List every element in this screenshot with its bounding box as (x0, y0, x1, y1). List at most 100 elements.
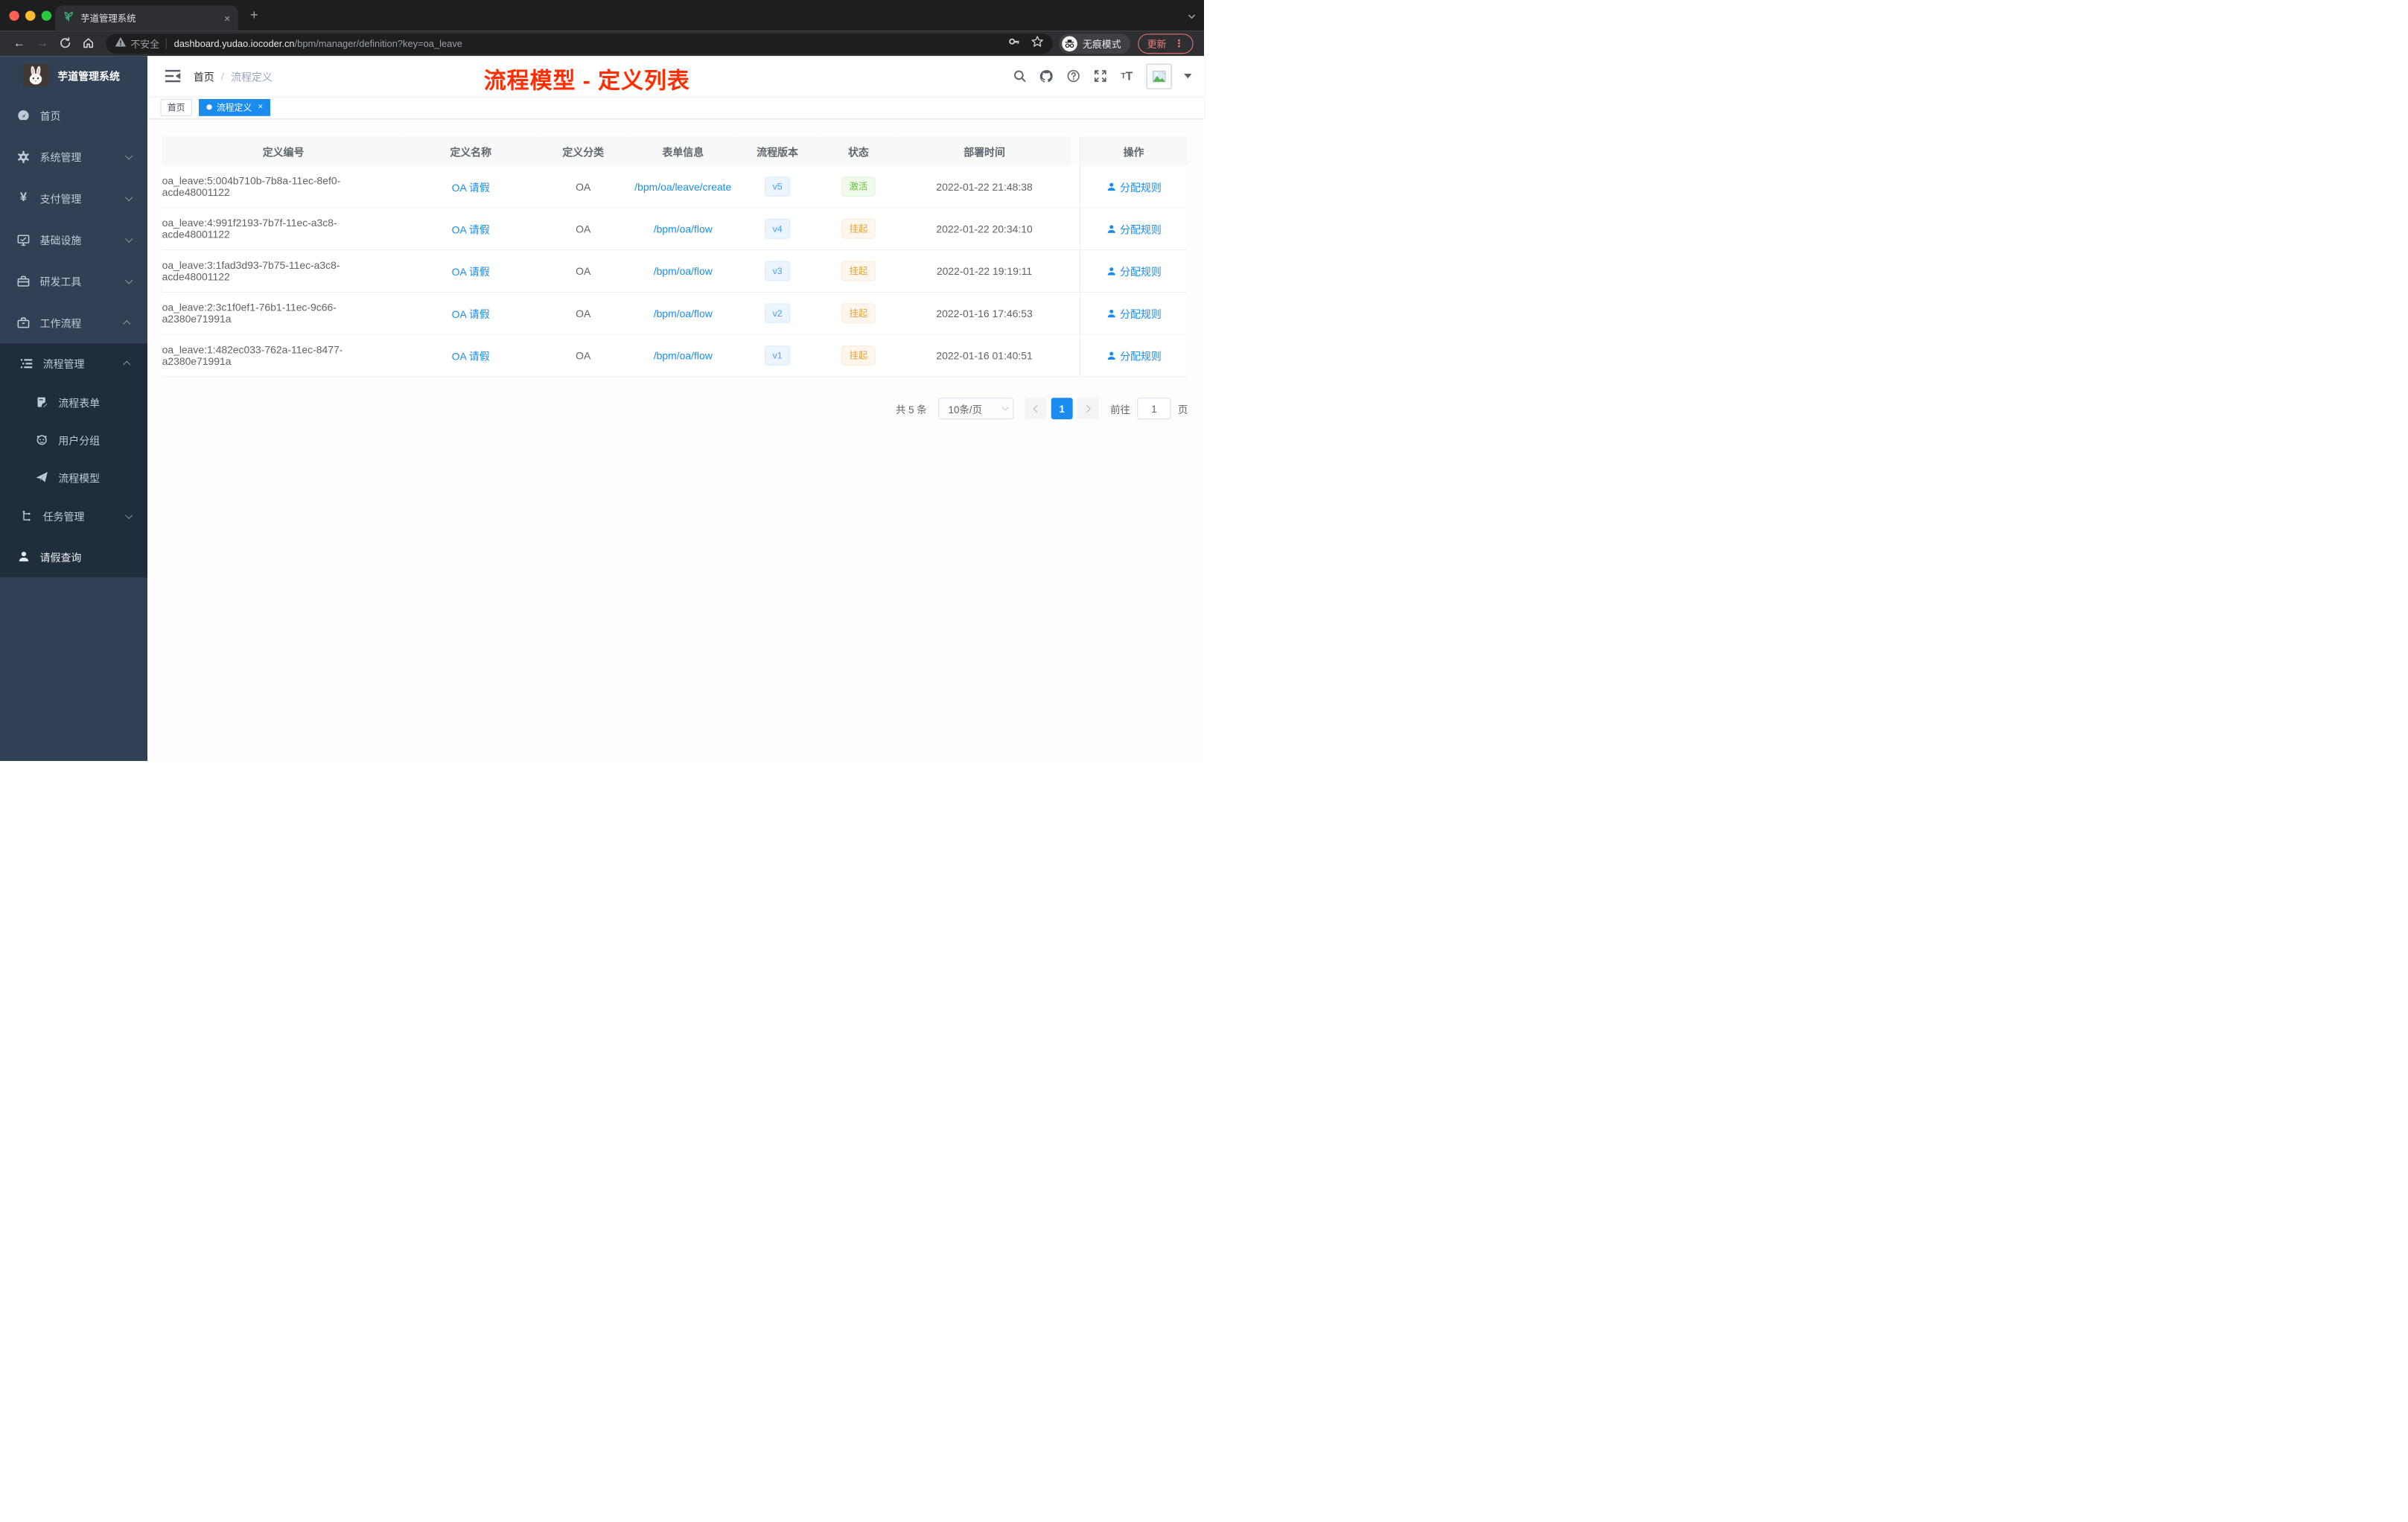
font-size-icon[interactable]: TT (1120, 69, 1135, 83)
sidebar-item-leave-query[interactable]: 请假查询 (0, 536, 147, 578)
definition-name-link[interactable]: OA 请假 (452, 179, 490, 194)
browser-menu-icon[interactable]: ⋮ (1174, 37, 1184, 50)
briefcase-icon (17, 316, 31, 329)
goto-page-input[interactable] (1137, 398, 1171, 420)
new-tab-button[interactable]: + (246, 7, 263, 24)
sidebar: 芋道管理系统 首页 系统管理 ¥ 支付管理 基础设施 研发工具 工作流程 流程管… (0, 56, 147, 761)
table-row: oa_leave:2:3c1f0ef1-76b1-11ec-9c66-a2380… (162, 292, 1188, 335)
chrome-update-button[interactable]: 更新 ⋮ (1138, 33, 1194, 54)
back-button[interactable]: ← (7, 36, 31, 51)
pagination: 共 5 条 10条/页 1 前往 页 (162, 398, 1188, 420)
sidebar-item-label: 流程表单 (58, 397, 101, 410)
cell-category: OA (576, 180, 591, 193)
avatar-caret-icon[interactable] (1184, 74, 1192, 79)
update-label[interactable]: 更新 (1147, 36, 1167, 51)
action-label: 分配规则 (1120, 266, 1162, 278)
incognito-badge[interactable]: 无痕模式 (1059, 33, 1130, 54)
assign-rule-link[interactable]: 分配规则 (1106, 221, 1162, 237)
page-size-select[interactable]: 10条/页 (938, 398, 1014, 420)
fullscreen-icon[interactable] (1092, 69, 1107, 83)
forward-button[interactable]: → (31, 36, 54, 51)
password-key-icon[interactable] (1008, 35, 1021, 51)
maximize-window-button[interactable] (41, 10, 52, 21)
url-path: /bpm/manager/definition?key=oa_leave (294, 38, 462, 49)
tree-list-icon (20, 357, 34, 370)
tab-title: 芋道管理系统 (80, 13, 136, 24)
sidebar-item-infrastructure[interactable]: 基础设施 (0, 219, 147, 261)
browser-tab[interactable]: 芋道管理系统 × (55, 5, 238, 31)
search-icon[interactable] (1012, 69, 1027, 83)
tag-home[interactable]: 首页 (160, 98, 192, 116)
definition-name-link[interactable]: OA 请假 (452, 221, 490, 237)
form-link[interactable]: /bpm/oa/flow (654, 223, 713, 235)
sidebar-item-process-model[interactable]: 流程模型 (0, 459, 147, 497)
cell-category: OA (576, 349, 591, 362)
home-button[interactable] (77, 36, 100, 51)
url-host: dashboard.yudao.iocoder.cn (173, 38, 295, 49)
macos-traffic-lights[interactable] (9, 10, 52, 21)
sidebar-item-label: 请假查询 (39, 552, 82, 564)
current-page-button[interactable]: 1 (1051, 398, 1073, 420)
bookmark-star-icon[interactable] (1031, 35, 1044, 51)
sidebar-item-process-form[interactable]: 流程表单 (0, 383, 147, 421)
form-link[interactable]: /bpm/oa/leave/create (634, 181, 731, 192)
close-window-button[interactable] (9, 10, 19, 21)
address-bar[interactable]: 不安全 dashboard.yudao.iocoder.cn/bpm/manag… (106, 33, 1053, 54)
assign-rule-link[interactable]: 分配规则 (1106, 264, 1162, 279)
breadcrumb-current: 流程定义 (231, 71, 273, 83)
breadcrumb: 首页 / 流程定义 (194, 69, 273, 84)
definition-name-link[interactable]: OA 请假 (452, 305, 490, 321)
reload-button[interactable] (54, 36, 77, 51)
paper-plane-icon (35, 471, 48, 484)
minimize-window-button[interactable] (25, 10, 36, 21)
assign-rule-link[interactable]: 分配规则 (1106, 305, 1162, 321)
pagination-total: 共 5 条 (895, 403, 927, 415)
sidebar-collapse-icon[interactable] (165, 69, 181, 83)
url-text[interactable]: dashboard.yudao.iocoder.cn/bpm/manager/d… (174, 38, 1008, 48)
tab-search-chevron-icon[interactable] (1188, 11, 1196, 19)
form-link[interactable]: /bpm/oa/flow (654, 308, 713, 319)
app-logo-rabbit-avatar (22, 63, 48, 87)
form-link[interactable]: /bpm/oa/flow (654, 350, 713, 361)
tag-close-icon[interactable]: × (258, 103, 264, 111)
sidebar-item-payment[interactable]: ¥ 支付管理 (0, 177, 147, 219)
avatar[interactable] (1146, 63, 1172, 89)
cell-id: oa_leave:1:482ec033-762a-11ec-8477-a2380… (162, 344, 343, 367)
security-label[interactable]: 不安全 (130, 36, 159, 51)
form-link[interactable]: /bpm/oa/flow (654, 265, 713, 276)
status-badge: 挂起 (841, 303, 876, 324)
annotation-title: 流程模型 - 定义列表 (483, 69, 690, 94)
cell-category: OA (576, 265, 591, 277)
breadcrumb-home[interactable]: 首页 (194, 69, 214, 84)
sidebar-item-label: 系统管理 (39, 152, 82, 164)
tab-close-icon[interactable]: × (224, 13, 230, 23)
tag-label: 首页 (167, 103, 185, 113)
github-icon[interactable] (1039, 69, 1054, 83)
sidebar-item-user-group[interactable]: 用户分组 (0, 421, 147, 459)
definition-name-link[interactable]: OA 请假 (452, 264, 490, 279)
col-header-id: 定义编号 (162, 136, 405, 166)
security-warning-icon[interactable] (115, 36, 127, 51)
col-header-version: 流程版本 (736, 136, 819, 166)
app-logo-row[interactable]: 芋道管理系统 (0, 56, 147, 95)
sidebar-item-dev-tools[interactable]: 研发工具 (0, 261, 147, 302)
col-header-action: 操作 (1079, 136, 1188, 166)
page-size-value: 10条/页 (948, 403, 983, 415)
sidebar-item-home[interactable]: 首页 (0, 95, 147, 136)
assign-rule-link[interactable]: 分配规则 (1106, 348, 1162, 363)
prev-page-button[interactable] (1025, 398, 1047, 420)
sidebar-item-workflow[interactable]: 工作流程 (0, 302, 147, 343)
tag-process-definition[interactable]: 流程定义 × (199, 98, 271, 116)
help-icon[interactable] (1066, 69, 1080, 83)
sidebar-item-process-management[interactable]: 流程管理 (0, 343, 147, 383)
chevron-down-icon (125, 193, 133, 201)
cell-deploy-time: 2022-01-16 17:46:53 (936, 308, 1033, 319)
status-badge: 挂起 (841, 218, 876, 239)
chevron-up-icon (123, 360, 131, 369)
assign-rule-link[interactable]: 分配规则 (1106, 179, 1162, 194)
definition-name-link[interactable]: OA 请假 (452, 348, 490, 363)
sidebar-item-task-management[interactable]: 任务管理 (0, 496, 147, 536)
next-page-button[interactable] (1077, 398, 1099, 420)
version-badge: v4 (765, 218, 790, 239)
sidebar-item-system[interactable]: 系统管理 (0, 136, 147, 178)
